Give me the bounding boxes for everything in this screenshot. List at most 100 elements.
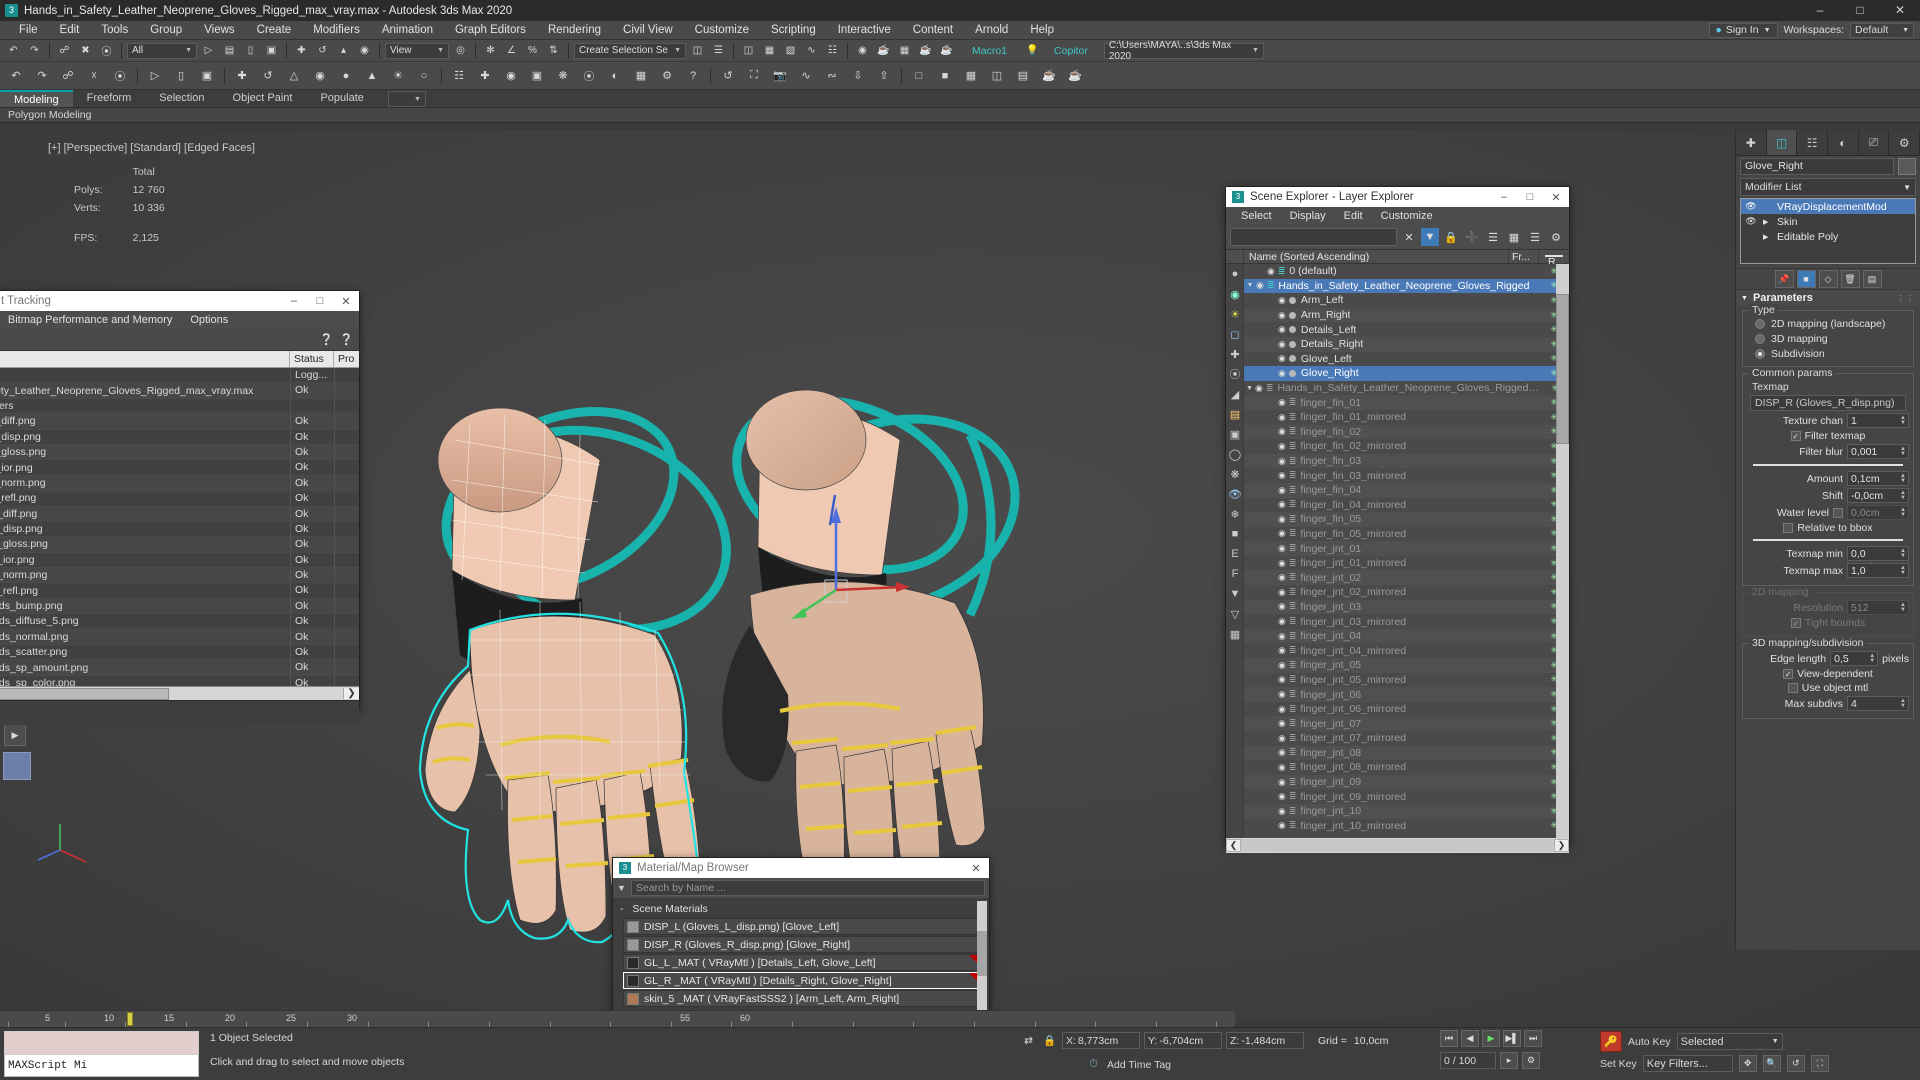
add-time-tag-row[interactable]: ⏱ Add Time Tag [1085,1056,1171,1073]
texture-chan-spinner[interactable]: 1 ▲ ▼ [1847,413,1909,428]
modifier-stack-item-vraydisplacementmod[interactable]: 👁 VRayDisplacementMod [1741,199,1915,214]
eye-icon[interactable]: ◉ [1278,485,1286,496]
copitor-label[interactable]: Copitor [1054,45,1088,57]
scene-explorer-row[interactable]: ◉ ≣ finger_jnt_09_mirrored ✳ [1244,789,1569,804]
edge-length-spinner[interactable]: 0,5 ▲ ▼ [1830,651,1879,666]
zoom-extents-icon[interactable]: ⛶ [742,64,766,88]
scene-explorer-row[interactable]: ◉ ≣ finger_jnt_08 ✳ [1244,745,1569,761]
configure-modifier-sets-icon[interactable]: ▤ [1862,270,1882,288]
scene-explorer-row[interactable]: ◉ ≣ finger_fin_03_mirrored ✳ [1244,468,1569,483]
eye-icon[interactable]: ◉ [1278,397,1286,408]
eye-icon[interactable]: ◉ [1278,572,1286,583]
gutter-xref-icon[interactable]: ▣ [1226,424,1244,444]
material-map-browser-window[interactable]: 3 Material/Map Browser ✕ ▼ Search by Nam… [612,857,990,1022]
gutter-box-icon[interactable]: ■ [1226,524,1244,544]
spacewarp-icon[interactable]: ⦿ [577,64,601,88]
scene-explorer-row[interactable]: ▼ ◉ ≣ Hands_in_Safety_Leather_Neoprene_Glov… [1244,380,1569,396]
chevron-right-icon[interactable]: ▶ [1763,218,1772,226]
window-crossing-tool-icon[interactable]: ▣ [195,64,219,88]
gutter-light-icon[interactable]: ☀ [1226,304,1244,324]
create-tab[interactable]: ✚ [1736,130,1767,155]
eye-icon[interactable]: ◉ [1278,674,1286,685]
scene-explorer-row[interactable]: ◉ ≣ finger_jnt_04 ✳ [1244,628,1569,644]
spinner-down-icon[interactable]: ▼ [1900,495,1906,501]
eye-icon[interactable]: ◉ [1278,412,1286,423]
spinner-down-icon[interactable]: ▼ [1900,553,1906,559]
scene-explorer-row[interactable]: ◉ ≣ finger_fin_05_mirrored ✳ [1244,526,1569,542]
eye-icon[interactable]: ◉ [1278,733,1286,744]
eye-icon[interactable]: ◉ [1278,777,1286,788]
spinner-down-icon[interactable]: ▼ [1900,703,1906,709]
spinner-down-icon[interactable]: ▼ [1900,570,1906,576]
cone-primitive-icon[interactable]: ▲ [360,64,384,88]
select-region-tool-icon[interactable]: ▯ [169,64,193,88]
menu-item-interactive[interactable]: Interactive [827,21,902,40]
time-tag-icon[interactable]: ⏱ [1085,1056,1102,1073]
angle-snap-icon[interactable]: ∠ [502,41,521,60]
gutter-filter-e-icon[interactable]: E [1226,544,1244,564]
menu-item-file[interactable]: File [8,21,49,40]
asset-row[interactable]: Gloves_L_gloss.png Ok [0,444,359,461]
render-setup-icon[interactable]: ☕ [874,41,893,60]
box-mode-icon[interactable]: □ [907,64,931,88]
ribbon-toggle-icon[interactable]: ▧ [781,41,800,60]
asset-row[interactable]: Male_Hands_sp_amount.png Ok [0,660,359,676]
spinner-down-icon[interactable]: ▼ [1900,512,1906,518]
scene-col-render[interactable]: R... [1545,255,1564,268]
make-unique-icon[interactable]: ◇ [1818,270,1838,288]
eye-icon[interactable]: ◉ [1278,295,1286,306]
current-frame-field[interactable]: 0 / 100 [1440,1052,1496,1069]
scene-hscroll-right-arrow[interactable]: ❯ [1554,839,1569,852]
asset-col-name[interactable] [0,351,290,367]
menu-item-civil-view[interactable]: Civil View [612,21,684,40]
menu-item-edit[interactable]: Edit [49,21,91,40]
set-key-red-button[interactable]: 🔑 [1600,1031,1622,1052]
scene-explorer-row[interactable]: ◉ Arm_Left ✳ [1244,293,1569,308]
asset-row[interactable]: Gloves_L_disp.png Ok [0,429,359,445]
snapshot-icon[interactable]: 📷 [768,64,792,88]
gutter-frozen-icon[interactable]: ❄ [1226,504,1244,524]
hierarchy-tab[interactable]: ☷ [1797,130,1829,155]
object-name-input[interactable]: Glove_Right [1740,157,1894,175]
scene-menu-edit[interactable]: Edit [1335,207,1372,225]
asset-help-new-icon[interactable]: ❔ [318,331,335,348]
window-crossing-icon[interactable]: ▣ [262,41,281,60]
scene-menu-customize[interactable]: Customize [1372,207,1442,225]
clear-search-icon[interactable]: ✕ [1400,228,1418,246]
scene-explorer-row[interactable]: ◉ ≣ finger_fin_04 ✳ [1244,482,1569,498]
asset-minimize-button[interactable]: – [281,295,307,308]
scene-explorer-row[interactable]: ◉ Details_Left ✳ [1244,322,1569,337]
scene-explorer-search-input[interactable] [1230,228,1397,246]
remove-modifier-icon[interactable]: 🗑 [1840,270,1860,288]
time-configuration-icon[interactable]: ⚙ [1522,1052,1540,1069]
scene-explorer-row[interactable]: ◉ ≣ finger_jnt_02 ✳ [1244,570,1569,586]
scene-explorer-vscrollbar[interactable] [1556,264,1569,838]
scene-explorer-row[interactable]: ◉ ≣ finger_jnt_09 ✳ [1244,774,1569,790]
scene-col-frozen[interactable]: Fr... [1509,250,1539,263]
water-level-checkbox[interactable] [1833,507,1843,518]
render-iterative-icon[interactable]: ☕ [937,41,956,60]
schematic-view-icon[interactable]: ☷ [823,41,842,60]
material-browser-close-button[interactable]: ✕ [963,862,989,875]
filter-blur-spinner[interactable]: 0,001 ▲ ▼ [1847,444,1909,459]
pin-stack-icon[interactable]: 📌 [1774,270,1794,288]
scene-explorer-row[interactable]: ◉ ≣ finger_jnt_10_mirrored ✳ [1244,818,1569,834]
asset-row[interactable]: Hands_in_Safety_Leather_Neoprene_Gloves_… [0,383,359,399]
particle-flow-icon[interactable]: ❋ [551,64,575,88]
spinner-down-icon[interactable]: ▼ [1900,451,1906,457]
asset-row[interactable]: Gloves_R_norm.png Ok [0,568,359,584]
eye-icon[interactable]: ◉ [1278,353,1286,364]
scene-explorer-row[interactable]: ◉ Arm_Right ✳ [1244,307,1569,323]
time-slider-track-bar[interactable]: 5 10 15 20 25 30 55 60 [0,1010,1235,1027]
menu-item-group[interactable]: Group [139,21,193,40]
grid-toggle-icon[interactable]: ▦ [959,64,983,88]
arc-rotate-icon[interactable]: ↺ [716,64,740,88]
select-link-tool-icon[interactable]: ☍ [56,64,80,88]
coord-y-field[interactable]: Y: -6,704cm [1144,1032,1222,1049]
orbit-view-icon[interactable]: ↺ [1786,1055,1805,1072]
select-layer-objects-icon[interactable]: ▦ [1505,228,1523,246]
eye-icon[interactable]: ◉ [1278,339,1286,350]
scene-explorer-row[interactable]: ◉ ≣ finger_jnt_10 ✳ [1244,803,1569,819]
coord-x-field[interactable]: X: 8,773cm [1062,1032,1140,1049]
sphere-primitive-icon[interactable]: ● [334,64,358,88]
